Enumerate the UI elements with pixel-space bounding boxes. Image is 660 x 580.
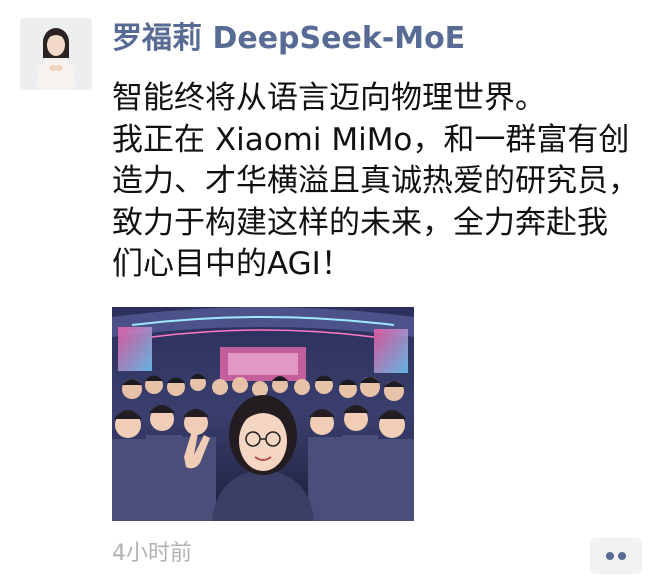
more-options-button[interactable] [590, 538, 642, 574]
more-dots-icon [618, 552, 626, 560]
group-selfie-illustration [112, 307, 414, 521]
author-name[interactable]: 罗福莉 DeepSeek-MoE [112, 22, 465, 56]
post-text-line: 智能终将从语言迈向物理世界。 [112, 80, 546, 116]
post-text-line: 们心目中的AGI！ [112, 246, 352, 282]
post-image[interactable] [112, 307, 414, 521]
post-text-line: 造力、才华横溢且真诚热爱的研究员， [112, 163, 639, 199]
post-text: 智能终将从语言迈向物理世界。 我正在 Xiaomi MiMo，和一群富有创 造力… [112, 78, 642, 286]
post-text-line: 致力于构建这样的未来，全力奔赴我 [112, 204, 608, 241]
post-text-line: 我正在 Xiaomi MiMo，和一群富有创 [112, 121, 630, 158]
avatar-portrait [20, 18, 92, 90]
avatar[interactable] [20, 18, 92, 90]
more-dots-icon [606, 552, 614, 560]
moments-post: 罗福莉 DeepSeek-MoE 智能终将从语言迈向物理世界。 我正在 Xiao… [0, 0, 660, 580]
post-timestamp: 4小时前 [112, 541, 192, 566]
